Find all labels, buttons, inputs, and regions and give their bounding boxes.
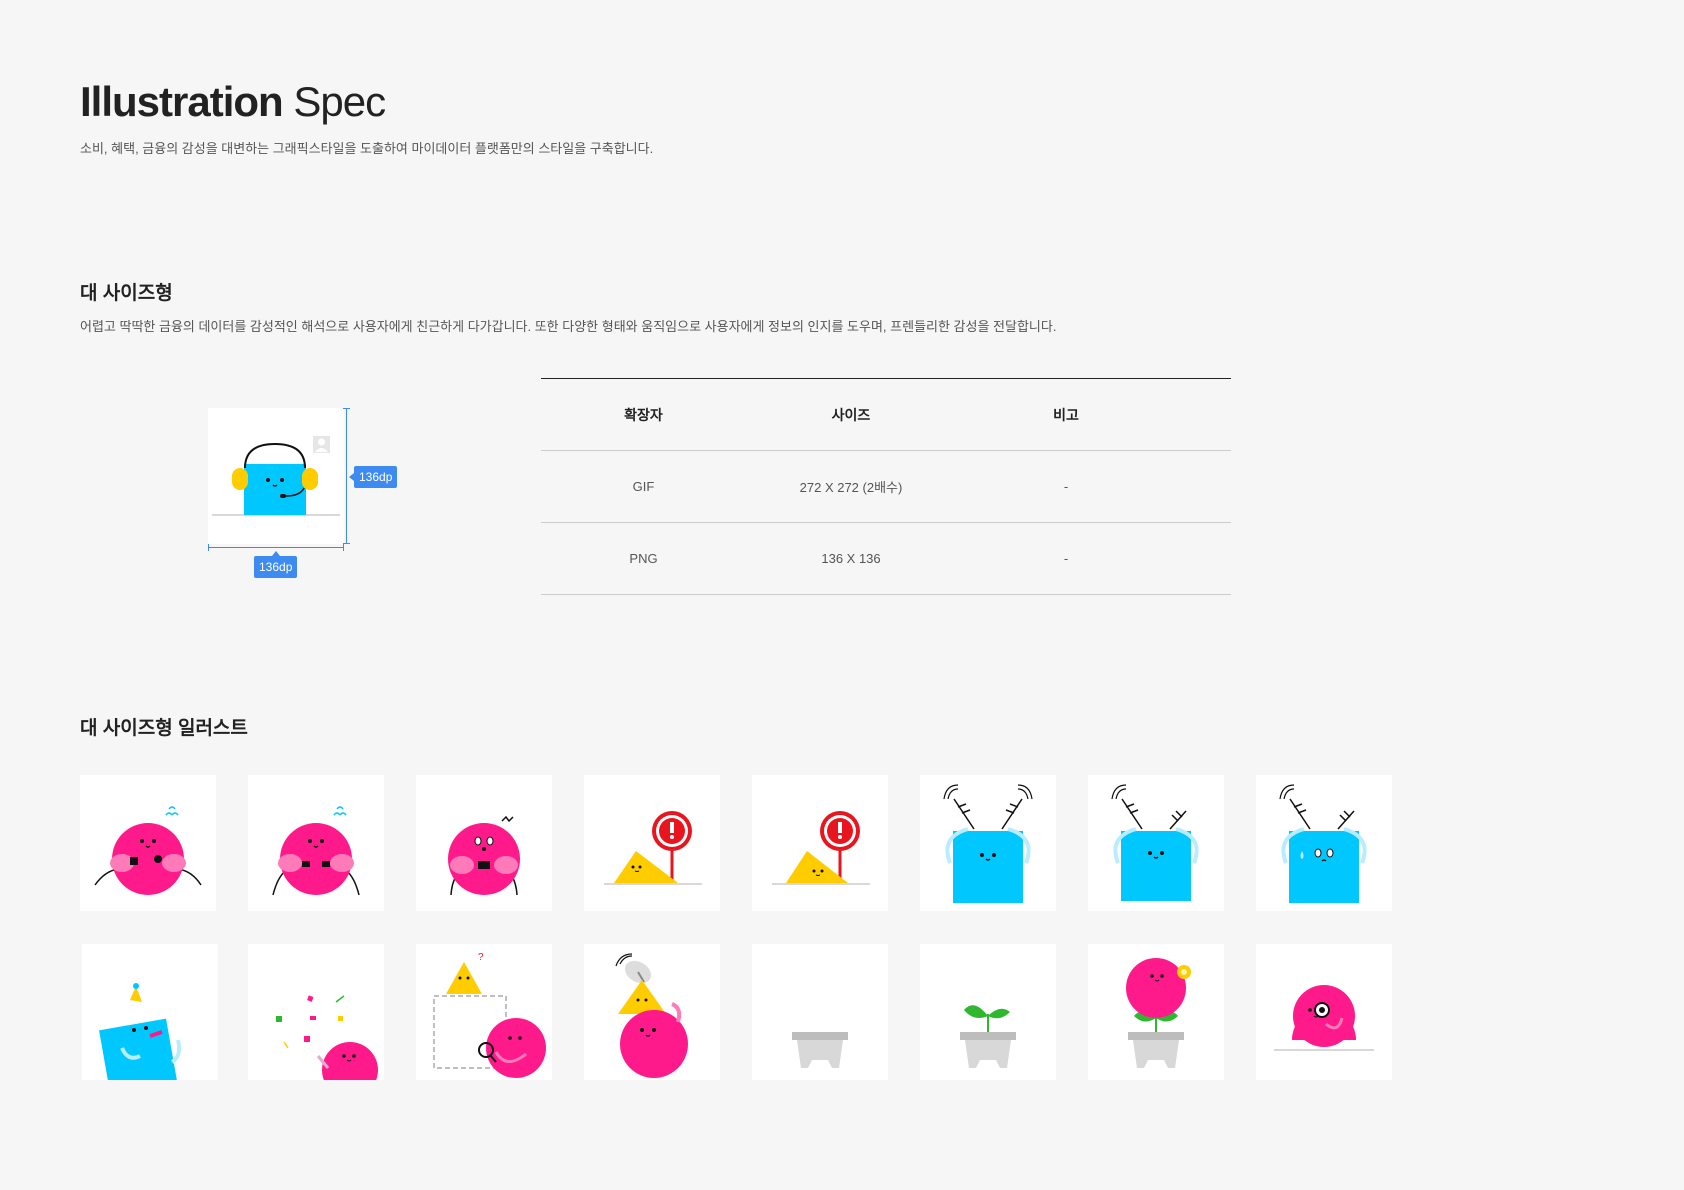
header-size: 사이즈 — [746, 378, 956, 451]
cell-spacer — [1176, 450, 1231, 523]
triangle-search-empty-icon: ? — [433, 952, 546, 1078]
header-extension: 확장자 — [541, 378, 746, 451]
empty-pot-icon — [792, 1032, 848, 1068]
cell-extension: GIF — [541, 450, 746, 523]
illustration-tile — [752, 775, 888, 911]
section-title-illustrations: 대 사이즈형 일러스트 — [80, 718, 248, 739]
width-dimension-label: 136dp — [254, 551, 298, 578]
page-subtitle: 소비, 혜택, 금융의 감성을 대변하는 그래픽스타일을 도출하여 마이데이터 … — [80, 141, 654, 156]
illustration-tile — [1088, 775, 1224, 911]
yellow-triangle-warning-icon — [604, 811, 702, 885]
cell-note: - — [956, 522, 1176, 595]
page-title: Illustration Spec — [80, 78, 386, 126]
header-spacer — [1176, 378, 1231, 451]
pink-circle-sweat-icon — [94, 806, 202, 895]
height-dimension-line — [343, 408, 350, 544]
cell-spacer — [1176, 522, 1231, 595]
satellite-triangle-circle-icon — [615, 953, 688, 1078]
pink-circle-startled-icon — [448, 815, 520, 896]
section-title-large: 대 사이즈형 — [80, 283, 173, 304]
table-row: GIF 272 X 272 (2배수) - — [541, 450, 1231, 523]
illustration-tile — [80, 775, 216, 911]
illustration-tile — [248, 944, 384, 1080]
blue-square-antenna-icon — [943, 784, 1033, 903]
width-dimension-line — [208, 544, 344, 551]
illustration-tile — [416, 775, 552, 911]
illustration-tile — [584, 775, 720, 911]
flower-pot-icon — [1126, 958, 1191, 1068]
headset-square-icon — [212, 436, 340, 516]
table-header-row: 확장자 사이즈 비고 — [541, 378, 1231, 451]
illustration-tile — [1256, 775, 1392, 911]
cell-extension: PNG — [541, 522, 746, 595]
cell-size: 136 X 136 — [746, 522, 956, 595]
cell-note: - — [956, 450, 1176, 523]
illustration-tile: ? — [416, 944, 552, 1080]
illustration-tile — [248, 775, 384, 911]
illustration-tile — [920, 775, 1056, 911]
illustration-tile — [1256, 944, 1392, 1080]
table-row: PNG 136 X 136 - — [541, 522, 1231, 595]
svg-text:?: ? — [478, 952, 484, 963]
blue-square-party-icon — [99, 983, 182, 1080]
title-light: Spec — [293, 78, 386, 125]
header-note: 비고 — [956, 378, 1176, 451]
pink-circle-sweat-alt-icon — [272, 806, 360, 896]
section-desc-large: 어렵고 딱딱한 금융의 데이터를 감성적인 해석으로 사용자에게 친근하게 다가… — [80, 319, 1057, 334]
illustration-tile — [752, 944, 888, 1080]
pink-circle-monocle-icon — [1274, 985, 1374, 1051]
blue-square-antenna-sad-icon — [1279, 784, 1367, 903]
height-dimension-label: 136dp — [348, 466, 398, 488]
blue-square-antenna-alt-icon — [1111, 784, 1199, 901]
yellow-triangle-warning-alt-icon — [772, 811, 870, 885]
spec-table: 확장자 사이즈 비고 GIF 272 X 272 (2배수) - PNG 136… — [541, 378, 1231, 595]
spec-preview — [208, 408, 344, 544]
title-bold: Illustration — [80, 78, 284, 125]
illustration-tile — [82, 944, 218, 1080]
confetti-pink-circle-icon — [276, 995, 378, 1080]
sprout-pot-icon — [960, 1005, 1016, 1068]
illustration-tile — [584, 944, 720, 1080]
illustration-tile — [920, 944, 1056, 1080]
illustration-tile — [1088, 944, 1224, 1080]
cell-size: 272 X 272 (2배수) — [746, 450, 956, 523]
